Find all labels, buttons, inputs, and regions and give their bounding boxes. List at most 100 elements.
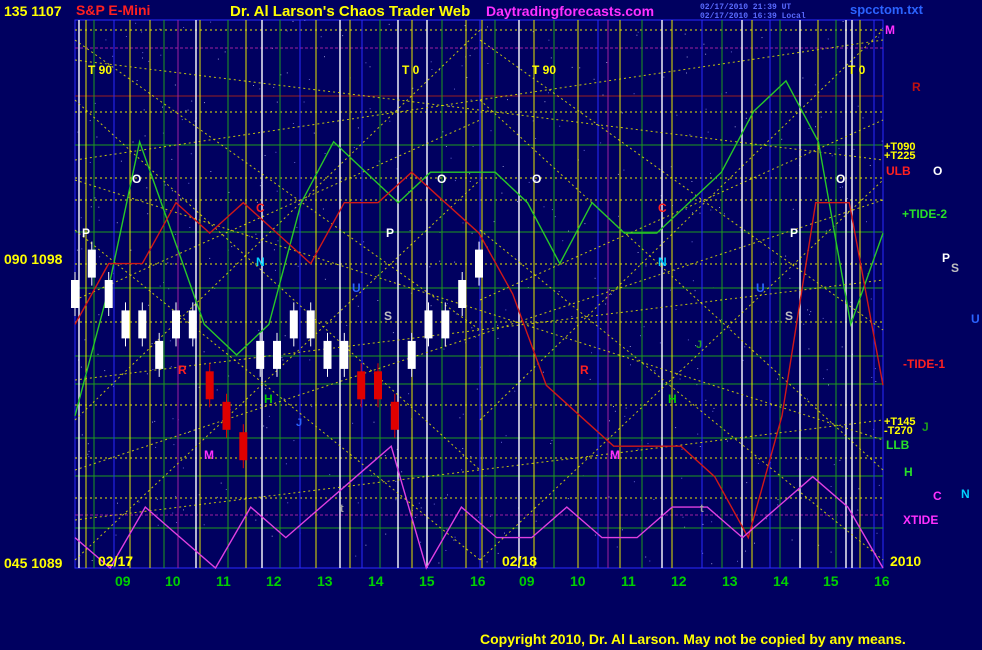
right-h: H bbox=[904, 465, 913, 479]
star-dot bbox=[679, 378, 681, 380]
star-dot bbox=[470, 99, 472, 101]
star-dot bbox=[489, 515, 491, 517]
star-dot bbox=[209, 257, 211, 259]
hour-tick-label: 14 bbox=[773, 573, 789, 589]
s-marker-a: S bbox=[384, 309, 392, 323]
star-dot bbox=[878, 484, 880, 486]
star-dot bbox=[117, 502, 118, 504]
star-dot bbox=[94, 197, 96, 199]
star-dot bbox=[474, 48, 476, 50]
o-marker-c: O bbox=[532, 172, 541, 186]
hour-tick-label: 12 bbox=[671, 573, 687, 589]
star-dot bbox=[831, 155, 833, 157]
star-dot bbox=[606, 62, 608, 63]
c-marker-b: C bbox=[658, 201, 667, 215]
star-dot bbox=[675, 309, 677, 310]
t0-marker-b: T 0 bbox=[848, 63, 866, 77]
star-dot bbox=[497, 324, 499, 326]
hour-tick-label: 15 bbox=[823, 573, 839, 589]
star-dot bbox=[296, 226, 298, 228]
star-dot bbox=[789, 277, 791, 279]
star-dot bbox=[439, 260, 441, 262]
star-dot bbox=[357, 502, 359, 504]
star-dot bbox=[705, 399, 707, 401]
star-dot bbox=[471, 232, 473, 234]
star-dot bbox=[293, 440, 295, 442]
star-dot bbox=[686, 56, 688, 58]
star-dot bbox=[594, 534, 596, 536]
star-dot bbox=[550, 443, 552, 444]
star-dot bbox=[730, 51, 732, 53]
star-dot bbox=[654, 370, 656, 372]
star-dot bbox=[352, 422, 354, 424]
star-dot bbox=[469, 173, 471, 175]
star-dot bbox=[81, 434, 83, 436]
h-marker-a: H bbox=[264, 392, 273, 406]
star-dot bbox=[562, 240, 564, 242]
hour-tick-label: 09 bbox=[115, 573, 131, 589]
star-dot bbox=[629, 346, 631, 347]
star-dot bbox=[707, 131, 709, 133]
copyright-notice: Copyright 2010, Dr. Al Larson. May not b… bbox=[480, 631, 906, 647]
star-dot bbox=[105, 39, 107, 41]
star-dot bbox=[842, 21, 844, 22]
star-dot bbox=[193, 338, 195, 340]
star-dot bbox=[433, 503, 435, 505]
star-dot bbox=[514, 390, 516, 392]
star-dot bbox=[144, 135, 146, 137]
star-dot bbox=[365, 544, 367, 546]
t90-marker-a: T 90 bbox=[88, 63, 112, 77]
star-dot bbox=[148, 60, 150, 62]
star-dot bbox=[841, 346, 843, 348]
star-dot bbox=[682, 516, 684, 518]
star-dot bbox=[152, 421, 153, 423]
star-dot bbox=[869, 165, 871, 166]
star-dot bbox=[740, 229, 742, 231]
star-dot bbox=[567, 498, 569, 500]
star-dot bbox=[875, 381, 877, 382]
s-marker-b: S bbox=[785, 309, 793, 323]
star-dot bbox=[711, 521, 713, 523]
star-dot bbox=[876, 532, 878, 534]
star-dot bbox=[224, 51, 226, 53]
star-dot bbox=[353, 147, 355, 148]
star-dot bbox=[729, 327, 731, 329]
star-dot bbox=[689, 134, 691, 136]
star-dot bbox=[583, 149, 585, 151]
star-dot bbox=[643, 326, 645, 328]
star-dot bbox=[276, 190, 278, 192]
star-dot bbox=[470, 456, 472, 458]
right-m: M bbox=[885, 23, 895, 37]
star-dot bbox=[874, 368, 876, 370]
star-dot bbox=[501, 192, 503, 194]
site-link[interactable]: Daytradingforecasts.com bbox=[486, 3, 654, 19]
star-dot bbox=[621, 529, 623, 531]
star-dot bbox=[385, 533, 387, 535]
star-dot bbox=[273, 86, 275, 88]
star-dot bbox=[292, 123, 294, 124]
star-dot bbox=[228, 191, 230, 193]
star-dot bbox=[466, 77, 468, 78]
star-dot bbox=[445, 146, 447, 147]
star-dot bbox=[187, 432, 189, 433]
star-dot bbox=[490, 130, 492, 132]
star-dot bbox=[357, 127, 359, 129]
star-dot bbox=[645, 265, 647, 267]
star-dot bbox=[146, 187, 148, 189]
star-dot bbox=[210, 171, 212, 172]
right-tide2: +TIDE-2 bbox=[902, 207, 947, 221]
chaos-trader-chart: 135 1107 S&P E-Mini Dr. Al Larson's Chao… bbox=[0, 0, 982, 650]
star-dot bbox=[777, 504, 779, 506]
star-dot bbox=[528, 181, 530, 183]
star-dot bbox=[713, 407, 715, 409]
star-dot bbox=[445, 550, 447, 551]
star-dot bbox=[616, 546, 618, 548]
star-dot bbox=[276, 101, 278, 103]
star-dot bbox=[461, 469, 463, 471]
star-dot bbox=[684, 33, 686, 35]
star-dot bbox=[217, 58, 219, 60]
chart-title: Dr. Al Larson's Chaos Trader Web bbox=[230, 3, 470, 20]
star-dot bbox=[148, 304, 150, 306]
n-marker-a: N bbox=[256, 255, 265, 269]
star-dot bbox=[497, 337, 499, 339]
